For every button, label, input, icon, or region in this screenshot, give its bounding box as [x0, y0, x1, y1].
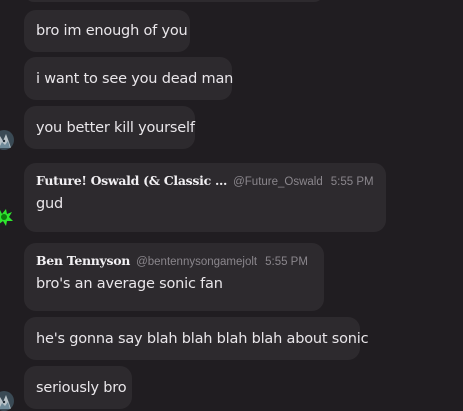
message-header: Future! Oswald (& Classic ... @Future_Os… — [36, 173, 374, 191]
timestamp: 5:55 PM — [265, 256, 308, 268]
previous-message-bubble — [24, 0, 324, 2]
message-bubble[interactable]: Ben Tennyson @bentennysongamejolt 5:55 P… — [24, 243, 324, 311]
message-bubble[interactable]: seriously bro — [24, 366, 132, 409]
message-text: i want to see you dead man — [36, 70, 234, 87]
message-text: bro im enough of you — [36, 23, 188, 39]
message-bubble[interactable]: he's gonna say blah blah blah blah about… — [24, 317, 369, 360]
chat-log: bro im enough of you i want to see you d… — [0, 0, 463, 411]
green-splat-avatar-icon[interactable] — [0, 207, 14, 227]
message-text: gud — [36, 196, 63, 212]
message-bubble[interactable]: you better kill yourself — [24, 106, 195, 149]
author-handle[interactable]: @bentennysongamejolt — [136, 256, 257, 268]
timestamp: 5:55 PM — [330, 176, 374, 188]
message-text: he's gonna say blah blah blah blah about… — [36, 330, 369, 347]
message-bubble[interactable]: bro im enough of you — [24, 10, 190, 52]
message-bubble[interactable]: Future! Oswald (& Classic ... @Future_Os… — [24, 163, 386, 232]
wolf-avatar-icon[interactable] — [0, 130, 14, 150]
author-name[interactable]: Future! Oswald (& Classic ... — [36, 173, 227, 188]
wolf-avatar-icon[interactable] — [0, 391, 14, 411]
message-bubble[interactable]: i want to see you dead man — [24, 57, 234, 100]
message-text: bro's an average sonic fan — [36, 276, 223, 292]
author-handle[interactable]: @Future_Oswald — [233, 176, 323, 188]
message-text: seriously bro — [36, 379, 127, 396]
author-name[interactable]: Ben Tennyson — [36, 253, 130, 268]
message-text: you better kill yourself — [36, 119, 195, 136]
message-header: Ben Tennyson @bentennysongamejolt 5:55 P… — [36, 253, 312, 271]
